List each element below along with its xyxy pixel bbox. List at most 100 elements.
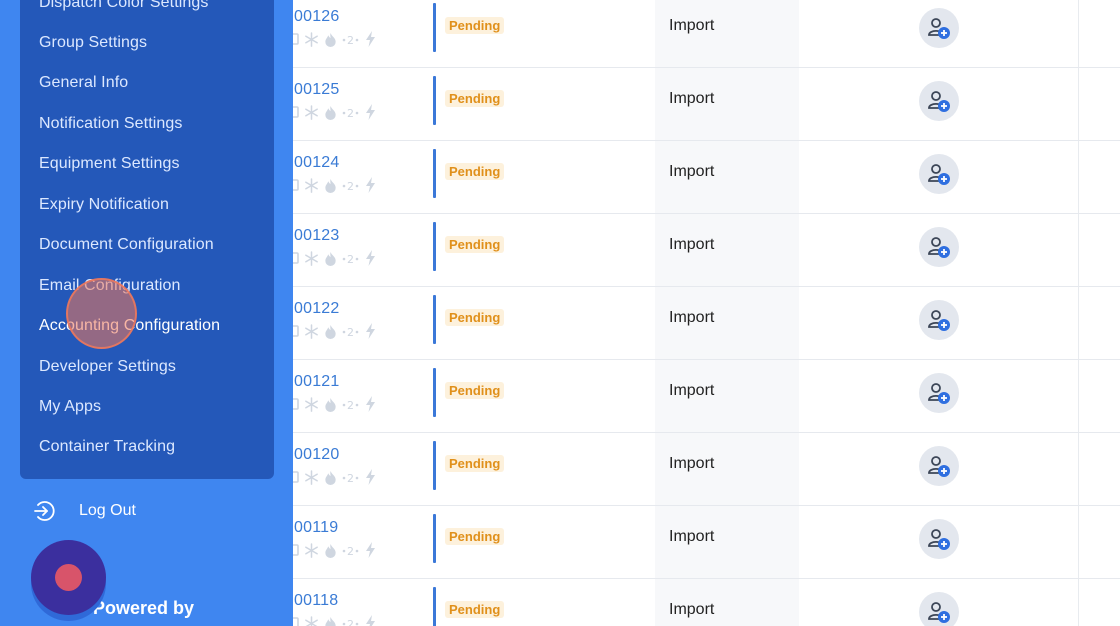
- lightning-icon: [366, 31, 375, 47]
- load-reference-link[interactable]: 00122: [294, 300, 340, 318]
- load-flag-icons: 2: [293, 395, 376, 413]
- assign-driver-button[interactable]: [919, 8, 959, 48]
- snowflake-icon: [305, 250, 318, 266]
- menu-item-email-configuration[interactable]: Email Configuration: [39, 277, 181, 295]
- table-row[interactable]: 00122 2 Pending Import: [293, 287, 1120, 360]
- menu-item-my-apps[interactable]: My Apps: [39, 398, 101, 416]
- status-bar: [433, 295, 436, 344]
- logout-button[interactable]: [32, 498, 58, 524]
- status-badge: Pending: [445, 17, 505, 34]
- menu-item-container-tracking[interactable]: Container Tracking: [39, 438, 175, 456]
- load-flag-icons: 2: [293, 103, 376, 121]
- load-type: Import: [669, 601, 715, 618]
- table-row[interactable]: 00124 2 Pending Import: [293, 141, 1120, 214]
- load-reference-link[interactable]: 00126: [294, 8, 340, 26]
- svg-text:2: 2: [347, 472, 354, 484]
- lightning-icon: [366, 396, 375, 412]
- snowflake-icon: [305, 31, 318, 47]
- menu-item-accounting-configuration[interactable]: Accounting Configuration: [39, 317, 220, 335]
- load-reference-link[interactable]: 00124: [294, 154, 340, 172]
- load-type: Import: [669, 90, 715, 107]
- assign-driver-icon: [928, 91, 950, 112]
- status-bar: [433, 587, 436, 626]
- load-type: Import: [669, 236, 715, 253]
- status-badge: Pending: [445, 90, 505, 107]
- svg-text:2: 2: [347, 545, 354, 557]
- assign-driver-icon: [928, 237, 950, 258]
- table-row[interactable]: 00120 2 Pending Import: [293, 433, 1120, 506]
- load-reference-link[interactable]: 00125: [294, 81, 340, 99]
- container-icon: [293, 471, 299, 483]
- assign-driver-button[interactable]: [919, 300, 959, 340]
- table-row[interactable]: 00121 2 Pending Import: [293, 360, 1120, 433]
- load-flag-icons: 2: [293, 322, 376, 340]
- load-type: Import: [669, 382, 715, 399]
- overweight-icon: 2: [342, 545, 359, 557]
- menu-item-general-info[interactable]: General Info: [39, 74, 128, 92]
- table-row[interactable]: 00125 2 Pending Import: [293, 68, 1120, 141]
- assign-driver-button[interactable]: [919, 592, 959, 626]
- load-reference-link[interactable]: 00119: [294, 519, 338, 537]
- status-bar: [433, 3, 436, 52]
- assign-driver-icon: [928, 18, 950, 39]
- assign-driver-button[interactable]: [919, 81, 959, 121]
- status-bar: [433, 514, 436, 563]
- flame-icon: [325, 543, 336, 558]
- load-reference-link[interactable]: 00121: [294, 373, 340, 391]
- load-flag-icons: 2: [293, 614, 376, 626]
- overweight-icon: 2: [342, 180, 359, 192]
- menu-item-notification-settings[interactable]: Notification Settings: [39, 115, 183, 133]
- container-icon: [293, 179, 299, 191]
- flame-icon: [325, 178, 336, 193]
- status-badge: Pending: [445, 382, 505, 399]
- menu-item-expiry-notification[interactable]: Expiry Notification: [39, 196, 169, 214]
- loads-table: 00126 2 Pending Import 00125 2 Pending I…: [293, 0, 1120, 626]
- svg-text:2: 2: [347, 107, 354, 119]
- snowflake-icon: [305, 469, 318, 485]
- menu-item-group-settings[interactable]: Group Settings: [39, 34, 147, 52]
- overweight-icon: 2: [342, 472, 359, 484]
- table-row[interactable]: 00123 2 Pending Import: [293, 214, 1120, 287]
- status-badge: Pending: [445, 601, 505, 618]
- chat-widget-button[interactable]: [31, 540, 106, 615]
- assign-driver-icon: [928, 310, 950, 331]
- menu-item-dispatch-color-settings[interactable]: Dispatch Color Settings: [39, 0, 209, 12]
- container-icon: [293, 106, 299, 118]
- assign-driver-button[interactable]: [919, 446, 959, 486]
- lightning-icon: [366, 469, 375, 485]
- assign-driver-button[interactable]: [919, 519, 959, 559]
- container-icon: [293, 33, 299, 45]
- assign-driver-icon: [928, 529, 950, 550]
- status-bar: [433, 149, 436, 198]
- load-type: Import: [669, 17, 715, 34]
- load-type: Import: [669, 528, 715, 545]
- status-bar: [433, 441, 436, 490]
- assign-driver-button[interactable]: [919, 227, 959, 267]
- overweight-icon: 2: [342, 34, 359, 46]
- lightning-icon: [366, 323, 375, 339]
- table-row[interactable]: 00126 2 Pending Import: [293, 0, 1120, 68]
- load-reference-link[interactable]: 00123: [294, 227, 340, 245]
- container-icon: [293, 252, 299, 264]
- flame-icon: [325, 616, 336, 626]
- table-row[interactable]: 00119 2 Pending Import: [293, 506, 1120, 579]
- lightning-icon: [366, 104, 375, 120]
- assign-driver-button[interactable]: [919, 373, 959, 413]
- logout-label[interactable]: Log Out: [79, 502, 136, 520]
- menu-item-developer-settings[interactable]: Developer Settings: [39, 358, 176, 376]
- snowflake-icon: [305, 177, 318, 193]
- load-flag-icons: 2: [293, 30, 376, 48]
- load-reference-link[interactable]: 00118: [294, 592, 338, 610]
- load-flag-icons: 2: [293, 176, 376, 194]
- table-row[interactable]: 00118 2 Pending Import: [293, 579, 1120, 626]
- menu-item-document-configuration[interactable]: Document Configuration: [39, 236, 214, 254]
- assign-driver-button[interactable]: [919, 154, 959, 194]
- flame-icon: [325, 397, 336, 412]
- lightning-icon: [366, 250, 375, 266]
- svg-text:2: 2: [347, 34, 354, 46]
- status-badge: Pending: [445, 236, 505, 253]
- status-bar: [433, 76, 436, 125]
- lightning-icon: [366, 615, 375, 626]
- load-reference-link[interactable]: 00120: [294, 446, 340, 464]
- menu-item-equipment-settings[interactable]: Equipment Settings: [39, 155, 180, 173]
